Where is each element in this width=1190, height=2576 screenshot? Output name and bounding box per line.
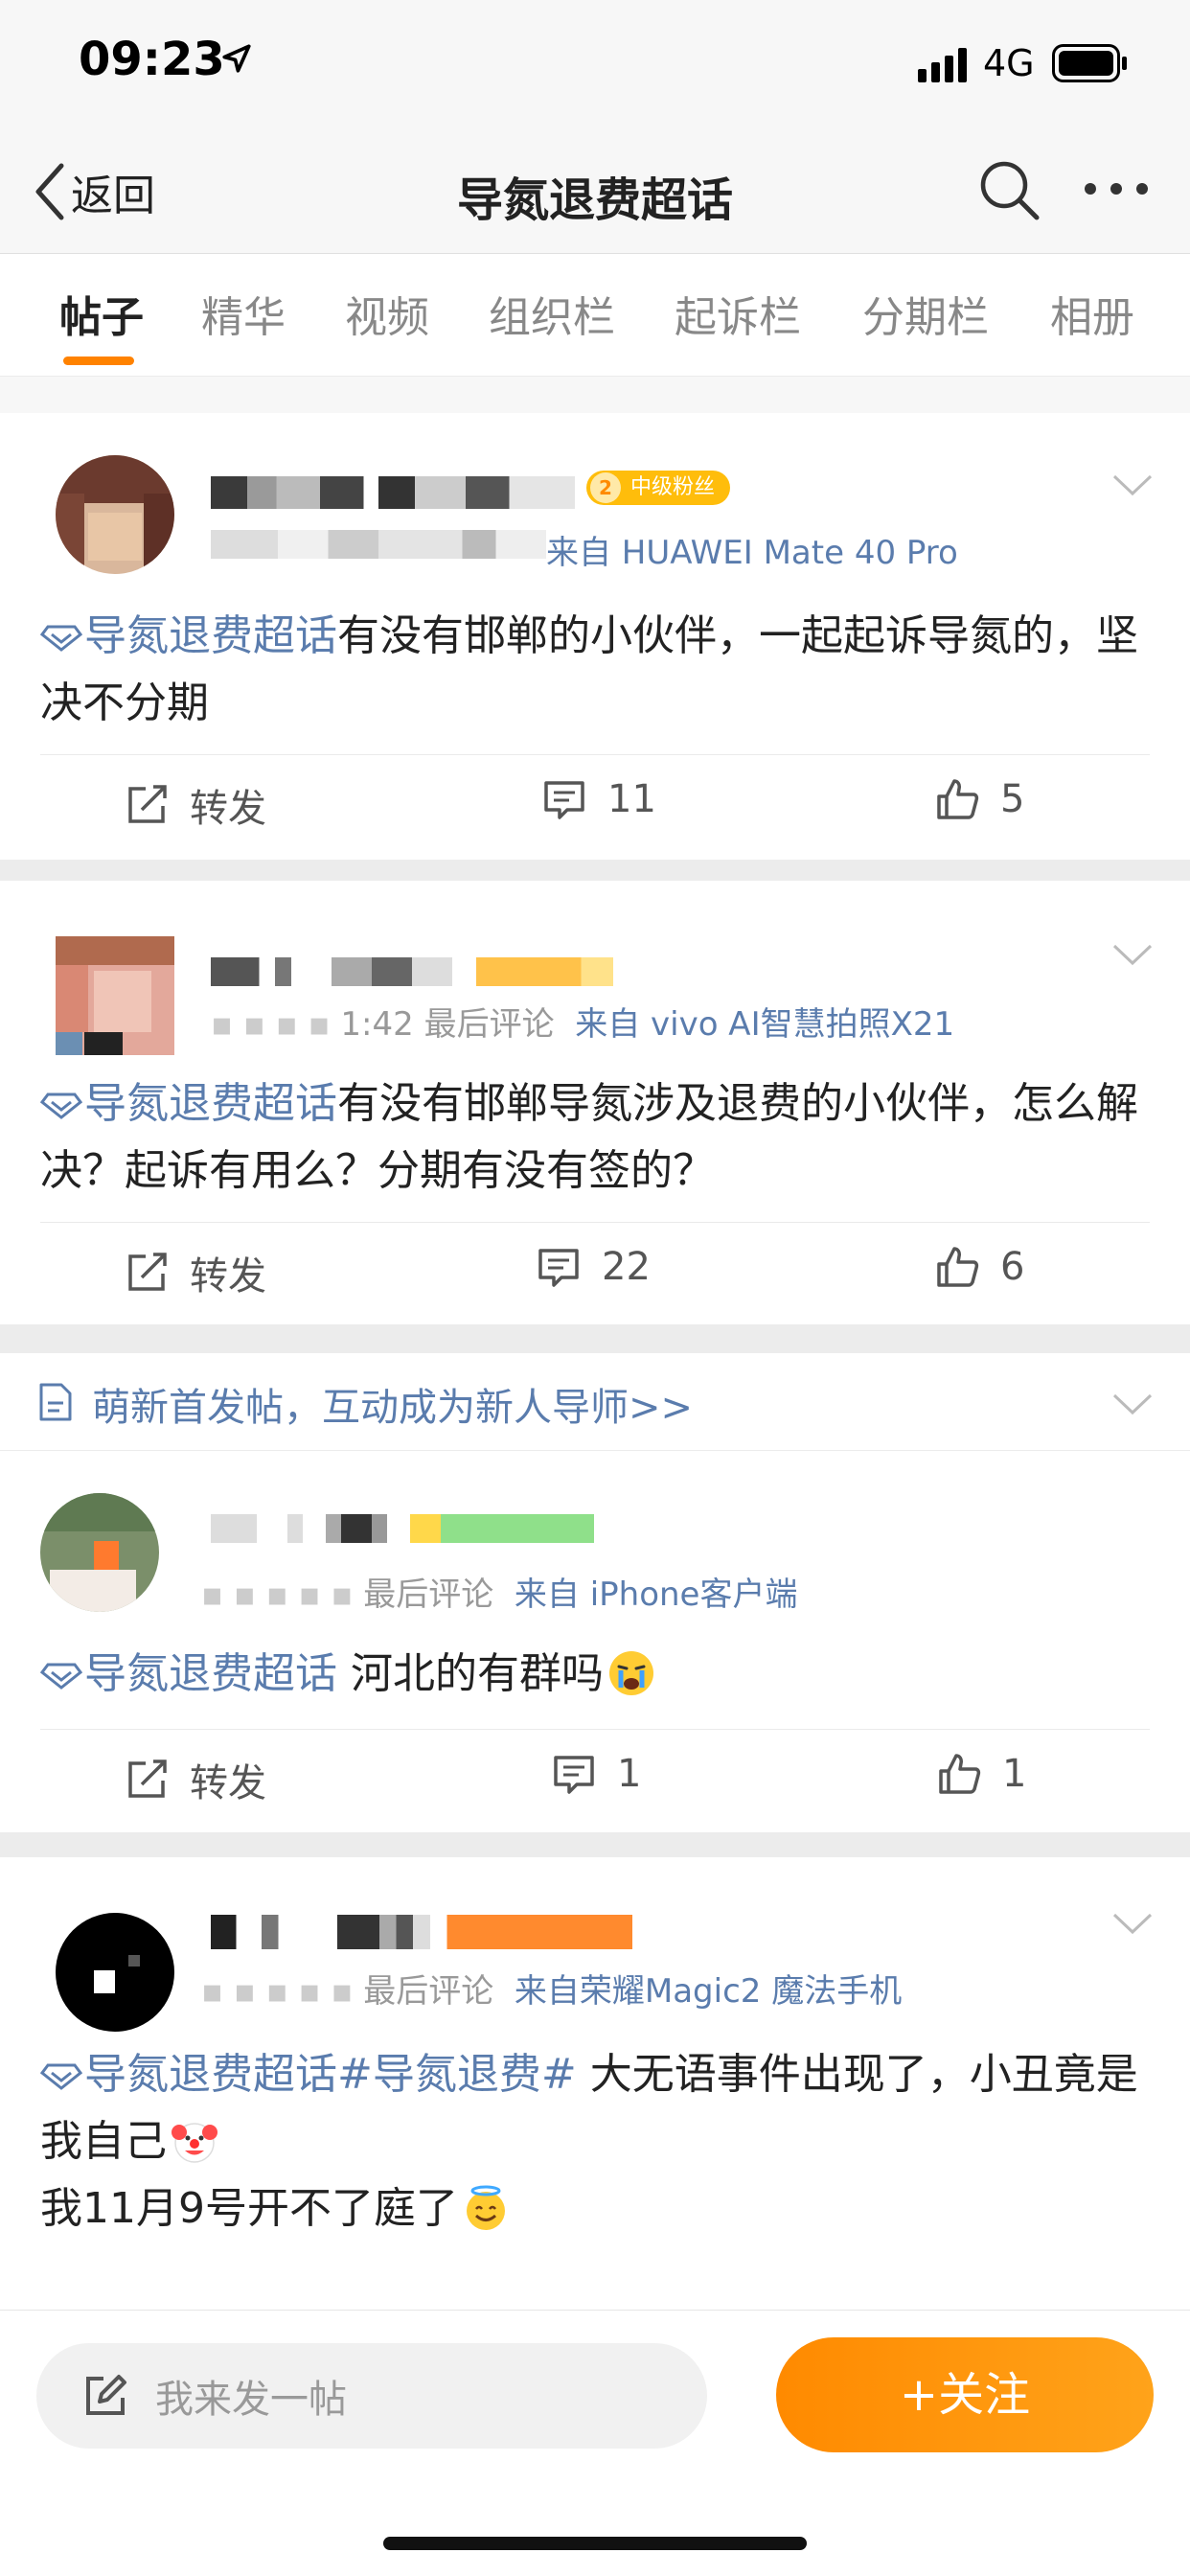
tab-installment[interactable]: 分期栏 (862, 283, 989, 344)
post-meta: ▪ ▪ ▪ ▪ 1:42 最后评论 来自 vivo AI智慧拍照X21 (211, 1005, 955, 1044)
status-time: 09:23 (79, 33, 225, 86)
like-button[interactable]: 5 (935, 777, 1024, 821)
fan-level-badge: 2 中级粉丝 (586, 471, 731, 505)
avatar[interactable] (56, 936, 174, 1055)
banner-text: 萌新首发帖，互动成为新人导师>> (92, 1386, 694, 1430)
tab-organization[interactable]: 组织栏 (489, 283, 615, 344)
tab-album[interactable]: 相册 (1050, 283, 1134, 344)
chevron-down-icon[interactable] (1111, 942, 1154, 967)
post-body: 导氮退费超话#导氮退费# 大无语事件出现了，小丑竟是我自己 我11月9号开不了庭了 (40, 2050, 1138, 2233)
like-count: 6 (1000, 1245, 1025, 1289)
hashtag-link[interactable]: #导氮退费# (337, 2050, 577, 2099)
thumbs-up-icon (937, 779, 979, 819)
more-options-icon[interactable] (1083, 170, 1150, 208)
username-redacted (211, 957, 613, 986)
topic-link[interactable]: 导氮退费超话 (84, 1649, 337, 1698)
nav-bar: 返回 导氮退费超话 (0, 129, 1190, 254)
divider (40, 754, 1150, 755)
comment-count: 11 (607, 777, 656, 821)
super-topic-icon (40, 625, 82, 652)
repost-icon (128, 1253, 167, 1291)
signal-strength-icon (918, 48, 967, 82)
username-redacted (211, 476, 575, 509)
comment-button[interactable]: 22 (537, 1245, 651, 1289)
post-meta: ▪ ▪ ▪ ▪ ▪ 最后评论 来自荣耀Magic2 魔法手机 (201, 1972, 903, 2011)
separator (0, 1324, 1190, 1353)
divider (40, 1729, 1150, 1730)
smiling-halo-icon (466, 2185, 505, 2230)
repost-button[interactable]: 转发 (125, 777, 266, 833)
topic-link[interactable]: 导氮退费超话 (84, 611, 337, 660)
comment-icon (544, 781, 584, 819)
super-topic-icon (40, 1092, 82, 1119)
tab-featured[interactable]: 精华 (201, 283, 286, 344)
like-button[interactable]: 6 (935, 1245, 1024, 1289)
comment-icon (538, 1249, 579, 1287)
post-body: 导氮退费超话 河北的有群吗 (40, 1641, 1150, 1708)
chevron-down-icon[interactable] (1111, 1392, 1154, 1416)
active-tab-indicator (63, 356, 134, 365)
username-redacted (211, 1514, 594, 1543)
crying-face-icon (609, 1651, 653, 1695)
like-count: 5 (1000, 777, 1025, 821)
follow-button[interactable]: +关注 (776, 2337, 1154, 2452)
tab-videos[interactable]: 视频 (345, 283, 429, 344)
separator (0, 860, 1190, 881)
topic-link[interactable]: 导氮退费超话 (84, 2050, 337, 2099)
compose-placeholder: 我来发一帖 (155, 2378, 347, 2422)
repost-button[interactable]: 转发 (125, 1245, 266, 1300)
separator (0, 1832, 1190, 1857)
thumbs-up-icon (939, 1754, 981, 1794)
clown-face-icon (172, 2123, 217, 2163)
newbie-banner[interactable]: 萌新首发帖，互动成为新人导师>> (0, 1353, 1190, 1451)
avatar[interactable] (56, 455, 174, 574)
tab-posts[interactable]: 帖子 (59, 283, 144, 344)
post-card[interactable]: ▪ ▪ ▪ ▪ ▪ 最后评论 来自 iPhone客户端 导氮退费超话 河北的有群… (0, 1451, 1190, 1832)
home-indicator[interactable] (383, 2537, 807, 2550)
divider (40, 1222, 1150, 1223)
separator (0, 377, 1190, 413)
comment-icon (554, 1756, 594, 1794)
status-bar: 09:23 4G (0, 0, 1190, 129)
super-topic-icon (40, 2063, 82, 2090)
repost-button[interactable]: 转发 (125, 1752, 266, 1807)
network-type: 4G (983, 42, 1035, 84)
post-card[interactable]: 2 中级粉丝 来自 HUAWEI Mate 40 Pro 导氮退费超话有没有邯郸… (0, 413, 1190, 860)
like-button[interactable]: 1 (937, 1752, 1026, 1796)
topic-link[interactable]: 导氮退费超话 (84, 1079, 337, 1128)
comment-button[interactable]: 1 (552, 1752, 641, 1796)
tab-bar: 帖子 精华 视频 组织栏 起诉栏 分期栏 相册 (0, 254, 1190, 377)
document-icon (39, 1383, 72, 1421)
battery-icon (1052, 44, 1127, 82)
username-redacted (211, 1915, 632, 1949)
post-card[interactable]: ▪ ▪ ▪ ▪ 1:42 最后评论 来自 vivo AI智慧拍照X21 导氮退费… (0, 881, 1190, 1324)
comment-count: 22 (602, 1245, 651, 1289)
thumbs-up-icon (937, 1247, 979, 1287)
avatar[interactable] (56, 1913, 174, 2032)
comment-button[interactable]: 11 (542, 777, 656, 821)
location-arrow-icon (222, 44, 251, 73)
like-count: 1 (1002, 1752, 1027, 1796)
super-topic-icon (40, 1663, 82, 1690)
timestamp-redacted (211, 530, 546, 559)
post-body: 导氮退费超话有没有邯郸的小伙伴，一起起诉导氮的，坚决不分期 (40, 611, 1138, 727)
repost-icon (128, 1760, 167, 1798)
post-card[interactable]: ▪ ▪ ▪ ▪ ▪ 最后评论 来自荣耀Magic2 魔法手机 导氮退费超话#导氮… (0, 1857, 1190, 2310)
repost-icon (128, 785, 167, 823)
compose-post-field[interactable]: 我来发一帖 (36, 2343, 707, 2449)
tab-lawsuit[interactable]: 起诉栏 (675, 283, 801, 344)
search-icon[interactable] (977, 158, 1041, 221)
bottom-action-bar: 我来发一帖 +关注 (0, 2310, 1190, 2576)
chevron-down-icon[interactable] (1111, 472, 1154, 497)
avatar[interactable] (40, 1493, 159, 1612)
edit-icon (86, 2375, 126, 2415)
post-body: 导氮退费超话有没有邯郸导氮涉及退费的小伙伴，怎么解决？起诉有用么？分期有没有签的… (40, 1079, 1138, 1195)
post-meta: ▪ ▪ ▪ ▪ ▪ 最后评论 来自 iPhone客户端 (201, 1576, 798, 1614)
chevron-down-icon[interactable] (1111, 1911, 1154, 1936)
comment-count: 1 (617, 1752, 642, 1796)
post-meta: 来自 HUAWEI Mate 40 Pro (546, 534, 958, 572)
